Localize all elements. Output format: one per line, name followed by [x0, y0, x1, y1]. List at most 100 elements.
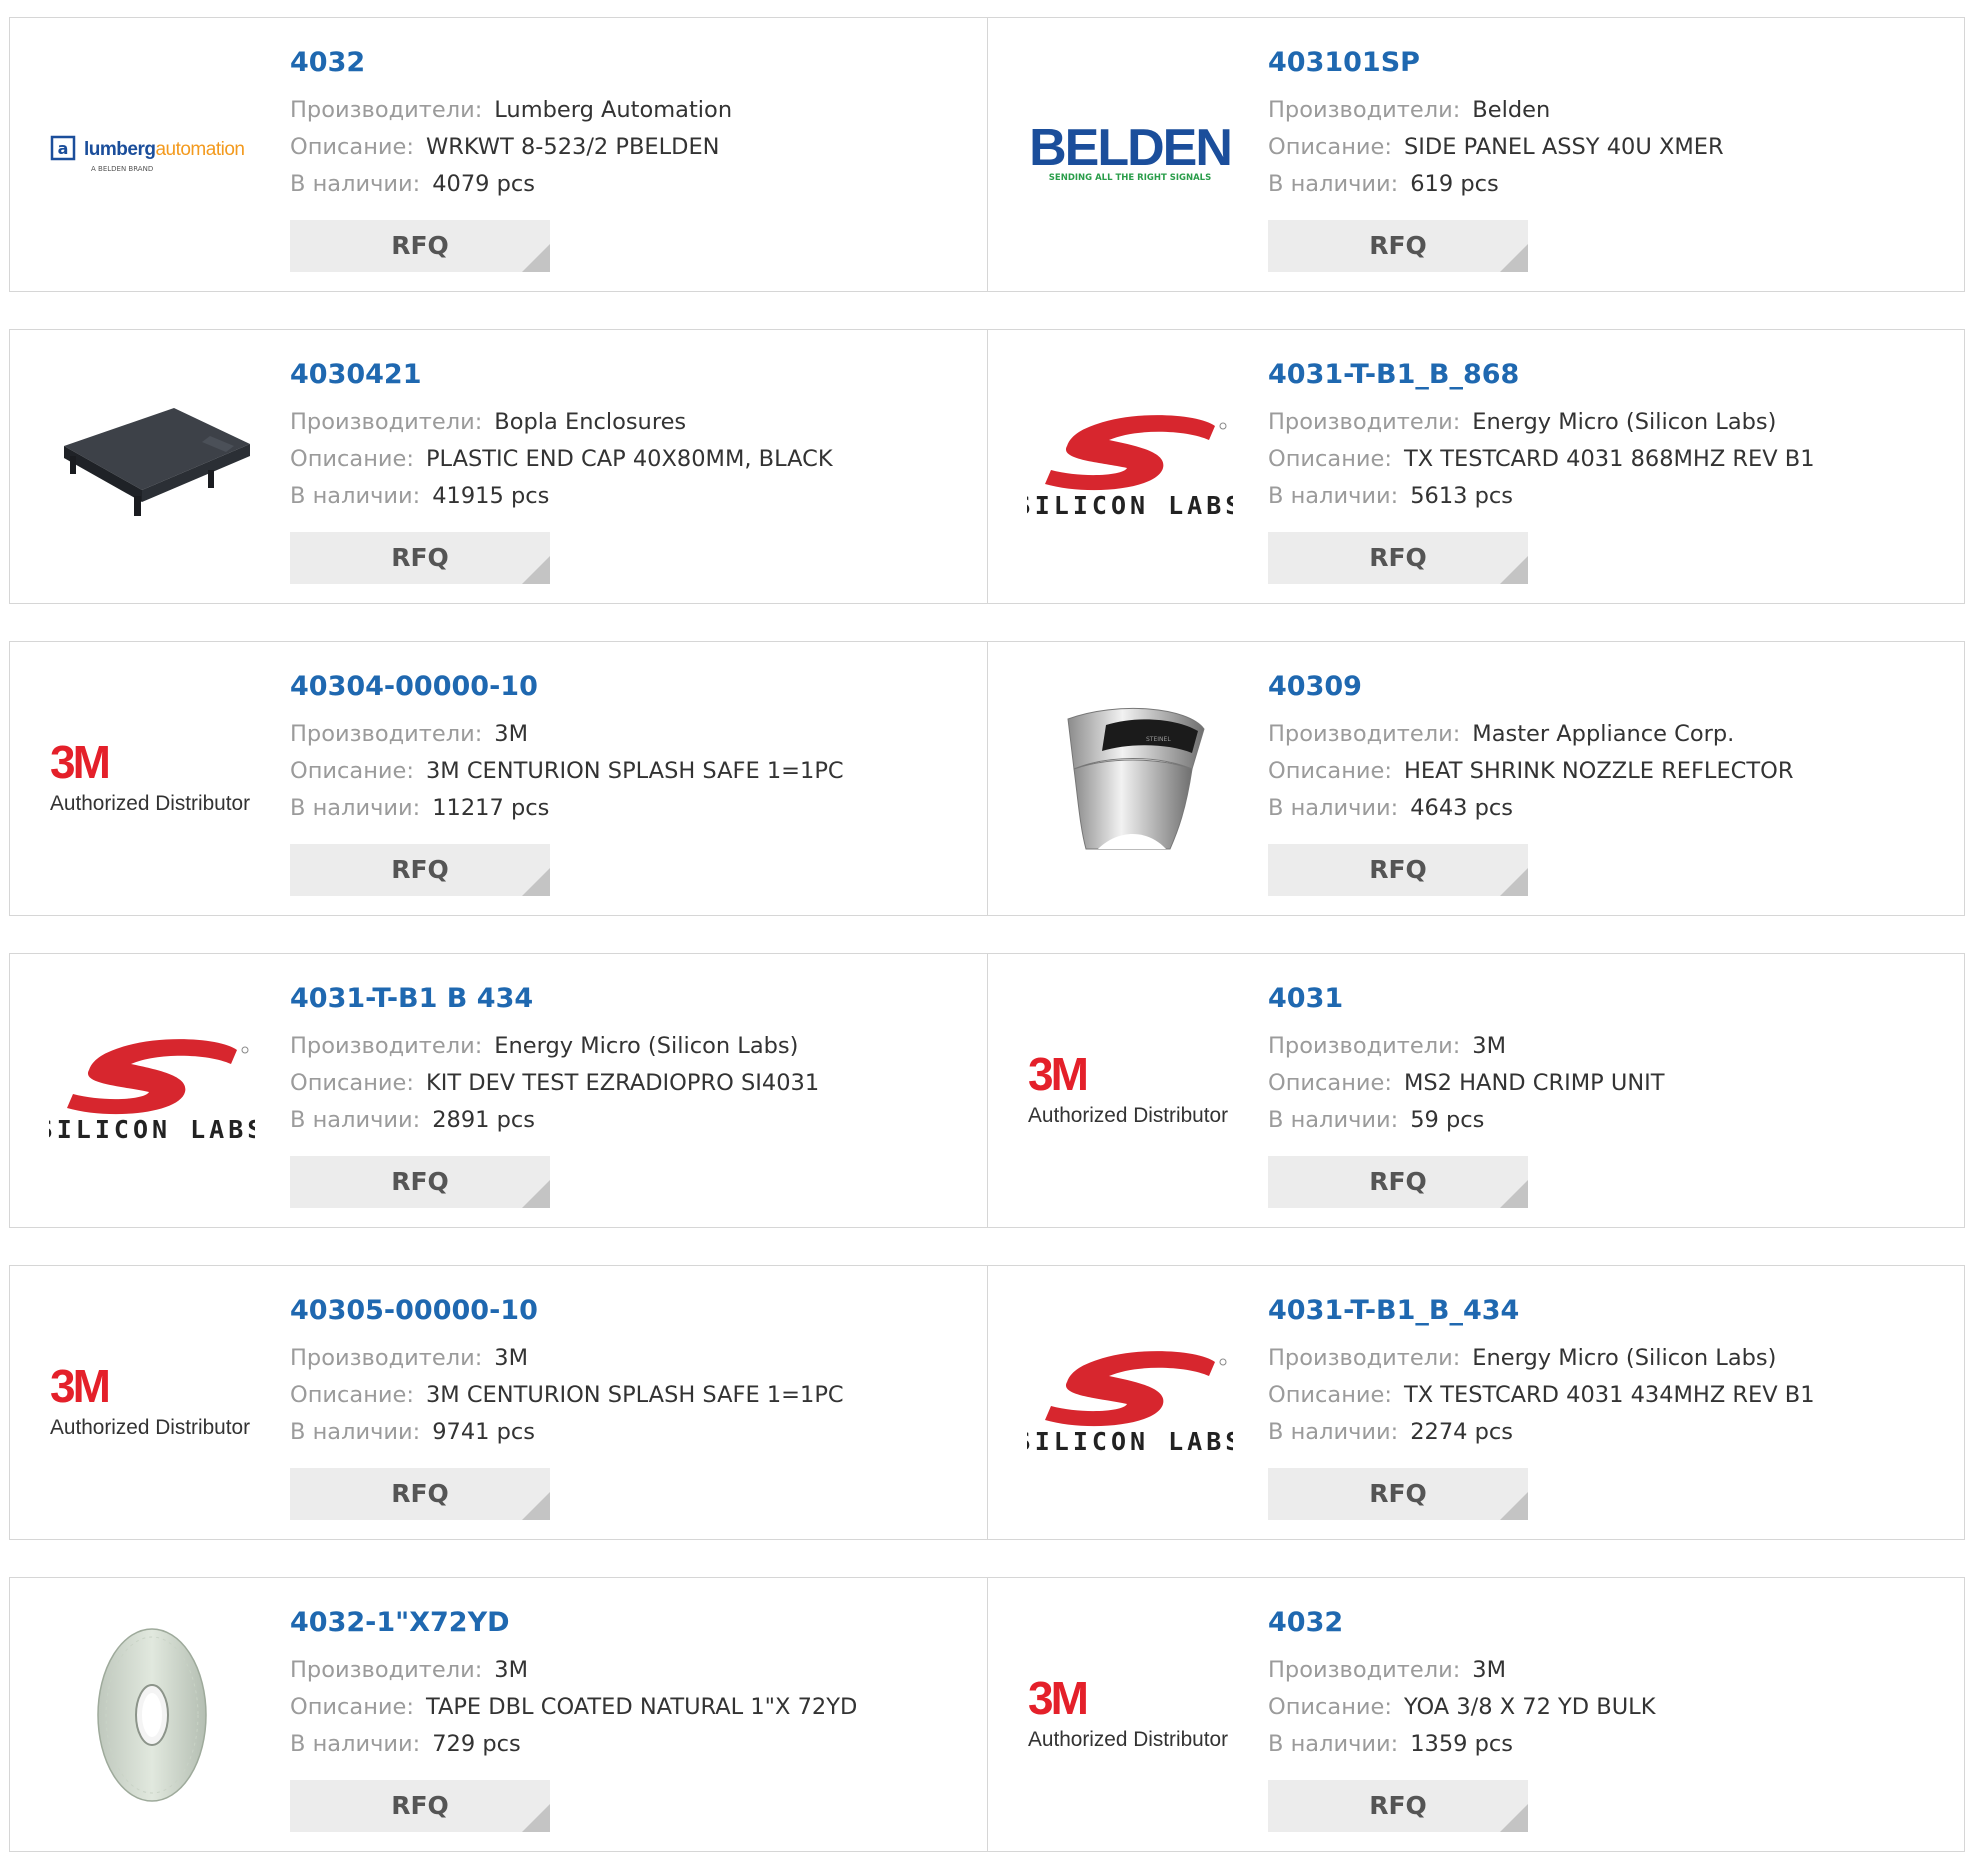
part-number-link[interactable]: 403101SP	[1268, 46, 1948, 80]
nozzle-print: STEINEL	[1146, 736, 1171, 743]
rfq-button[interactable]: RFQ	[290, 532, 550, 584]
product-row: a lumbergautomation A BELDEN BRAND 4032 П…	[9, 17, 1965, 292]
product-image[interactable]: 3M Authorized Distributor	[1026, 1016, 1234, 1166]
product-info: 4032-1"X72YD Производители: 3M Описание: TAP…	[290, 1606, 970, 1763]
stock-value: 4643 pcs	[1410, 795, 1514, 821]
stock-value: 2274 pcs	[1410, 1419, 1514, 1445]
description-label: Описание:	[290, 1694, 414, 1720]
rfq-button[interactable]: RFQ	[290, 220, 550, 272]
silicon-labs-logo: SILICON LABS	[1027, 415, 1233, 520]
rfq-button[interactable]: RFQ	[290, 844, 550, 896]
stock-line: В наличии: 59 pcs	[1268, 1102, 1948, 1139]
product-row: SILICON LABS 4031-T-B1 B 434 Производител…	[9, 953, 1965, 1228]
stock-label: В наличии:	[1268, 795, 1399, 821]
stock-value: 59 pcs	[1410, 1107, 1485, 1133]
product-card: a lumbergautomation A BELDEN BRAND 4032 П…	[10, 18, 987, 291]
manufacturer-line: Производители: Belden	[1268, 92, 1948, 129]
product-card: 3M Authorized Distributor 4032 Производит…	[987, 1578, 1964, 1851]
manufacturer-value: Energy Micro (Silicon Labs)	[1472, 409, 1777, 435]
manufacturer-line: Производители: Energy Micro (Silicon Labs…	[1268, 404, 1948, 441]
manufacturer-line: Производители: Lumberg Automation	[290, 92, 970, 129]
stock-line: В наличии: 619 pcs	[1268, 166, 1948, 203]
part-number-link[interactable]: 40304-00000-10	[290, 670, 970, 704]
part-number-link[interactable]: 40309	[1268, 670, 1948, 704]
product-row: 3M Authorized Distributor 40305-00000-10…	[9, 1265, 1965, 1540]
product-image[interactable]: 3M Authorized Distributor	[48, 704, 256, 854]
product-image[interactable]	[48, 392, 256, 542]
description-line: Описание: YOA 3/8 X 72 YD BULK	[1268, 1689, 1948, 1726]
description-label: Описание:	[1268, 134, 1392, 160]
rfq-button[interactable]: RFQ	[1268, 1780, 1528, 1832]
rfq-button[interactable]: RFQ	[1268, 1156, 1528, 1208]
stock-value: 729 pcs	[432, 1731, 521, 1757]
rfq-label: RFQ	[1369, 231, 1427, 260]
description-value: 3M CENTURION SPLASH SAFE 1=1PC	[425, 758, 844, 784]
part-number-link[interactable]: 4030421	[290, 358, 970, 392]
product-image[interactable]: SILICON LABS	[1026, 392, 1234, 542]
product-image[interactable]: SILICON LABS	[48, 1016, 256, 1166]
description-value: KIT DEV TEST EZRADIOPRO SI4031	[425, 1070, 820, 1096]
stock-label: В наличии:	[290, 795, 421, 821]
product-image[interactable]: STEINEL	[1026, 699, 1234, 859]
end-cap-photo	[50, 392, 254, 542]
stock-label: В наличии:	[290, 1419, 421, 1445]
part-number-link[interactable]: 40305-00000-10	[290, 1294, 970, 1328]
manufacturer-label: Производители:	[290, 1033, 483, 1059]
description-label: Описание:	[1268, 758, 1392, 784]
stock-label: В наличии:	[1268, 483, 1399, 509]
rfq-button[interactable]: RFQ	[1268, 1468, 1528, 1520]
description-value: SIDE PANEL ASSY 40U XMER	[1403, 134, 1724, 160]
part-number-link[interactable]: 4031-T-B1 B 434	[290, 982, 970, 1016]
product-info: 403101SP Производители: Belden Описание: SID…	[1268, 46, 1948, 203]
rfq-button[interactable]: RFQ	[1268, 220, 1528, 272]
part-number-link[interactable]: 4032-1"X72YD	[290, 1606, 970, 1640]
manufacturer-line: Производители: 3M	[1268, 1028, 1948, 1065]
heat-shrink-nozzle-photo: STEINEL	[1028, 699, 1232, 859]
rfq-button[interactable]: RFQ	[290, 1780, 550, 1832]
manufacturer-value: 3M	[494, 1657, 529, 1683]
description-label: Описание:	[1268, 1070, 1392, 1096]
stock-line: В наличии: 11217 pcs	[290, 790, 970, 827]
description-line: Описание: PLASTIC END CAP 40X80MM, BLACK	[290, 441, 970, 478]
belden-brand-subline: A BELDEN BRAND	[91, 165, 153, 173]
automation-wordmark: automation	[155, 139, 244, 160]
corner-triangle-icon	[522, 1804, 550, 1832]
stock-label: В наличии:	[290, 171, 421, 197]
rfq-button[interactable]: RFQ	[290, 1156, 550, 1208]
stock-line: В наличии: 9741 pcs	[290, 1414, 970, 1451]
description-value: YOA 3/8 X 72 YD BULK	[1403, 1694, 1656, 1720]
stock-line: В наличии: 5613 pcs	[1268, 478, 1948, 515]
stock-line: В наличии: 4079 pcs	[290, 166, 970, 203]
product-image[interactable]: a lumbergautomation A BELDEN BRAND	[48, 80, 256, 230]
stock-value: 2891 pcs	[432, 1107, 536, 1133]
rfq-button[interactable]: RFQ	[1268, 844, 1528, 896]
silicon-labs-logo: SILICON LABS	[1027, 1351, 1233, 1456]
manufacturer-label: Производители:	[290, 721, 483, 747]
manufacturer-label: Производители:	[1268, 1345, 1461, 1371]
product-image[interactable]: 3M Authorized Distributor	[48, 1328, 256, 1478]
description-value: PLASTIC END CAP 40X80MM, BLACK	[425, 446, 833, 472]
rfq-button[interactable]: RFQ	[1268, 532, 1528, 584]
manufacturer-label: Производители:	[1268, 97, 1461, 123]
description-value: WRKWT 8-523/2 PBELDEN	[425, 134, 720, 160]
manufacturer-value: 3M	[494, 721, 529, 747]
rfq-button[interactable]: RFQ	[290, 1468, 550, 1520]
description-line: Описание: WRKWT 8-523/2 PBELDEN	[290, 129, 970, 166]
product-image[interactable]: 3M Authorized Distributor	[1026, 1640, 1234, 1790]
3m-wordmark: 3M	[50, 736, 109, 788]
stock-label: В наличии:	[1268, 171, 1399, 197]
manufacturer-value: Lumberg Automation	[494, 97, 733, 123]
part-number-link[interactable]: 4032	[1268, 1606, 1948, 1640]
product-image[interactable]: SILICON LABS	[1026, 1328, 1234, 1478]
silicon-labs-wordmark: SILICON LABS	[1027, 491, 1233, 520]
rfq-label: RFQ	[391, 231, 449, 260]
part-number-link[interactable]: 4031	[1268, 982, 1948, 1016]
product-image[interactable]	[48, 1625, 256, 1805]
product-image[interactable]: BELDEN SENDING ALL THE RIGHT SIGNALS	[1026, 80, 1234, 230]
part-number-link[interactable]: 4032	[290, 46, 970, 80]
part-number-link[interactable]: 4031-T-B1_B_434	[1268, 1294, 1948, 1328]
rfq-label: RFQ	[1369, 1791, 1427, 1820]
manufacturer-value: Bopla Enclosures	[494, 409, 687, 435]
description-value: TX TESTCARD 4031 434MHZ REV B1	[1403, 1382, 1815, 1408]
part-number-link[interactable]: 4031-T-B1_B_868	[1268, 358, 1948, 392]
